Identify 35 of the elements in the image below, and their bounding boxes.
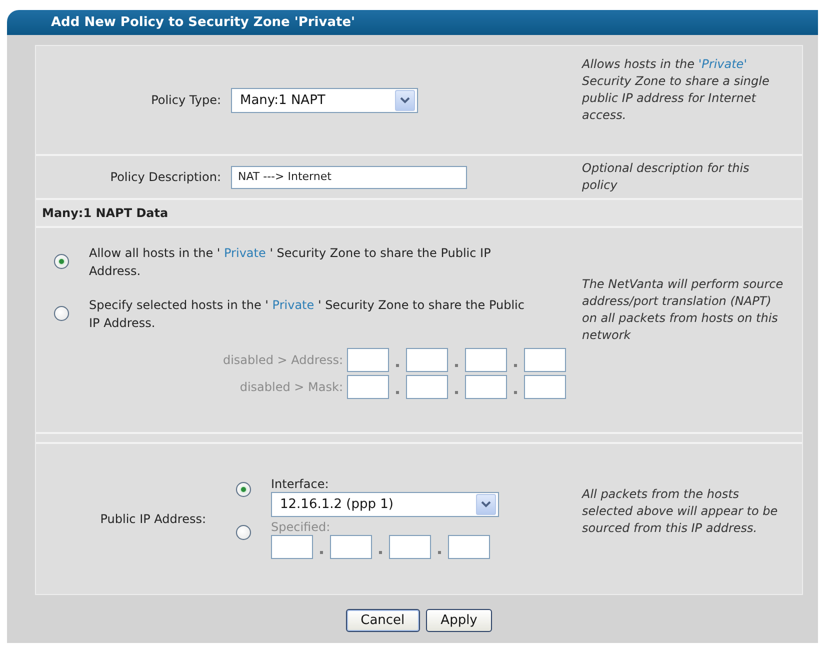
option-text: Specify selected hosts in the ' Private ' Security Zone to share the Public IP Address. [89, 297, 526, 332]
description-input[interactable]: NAT ---> Internet [231, 166, 467, 188]
help-text: Allows hosts in the 'Private' Security Zone to share a single public IP address for Internet access. [580, 56, 770, 124]
radio-button[interactable] [236, 482, 251, 497]
ip-octet-field[interactable] [524, 375, 566, 399]
field-label: Policy Description: [109, 170, 222, 184]
option-label: Specified: [271, 519, 332, 535]
ip-octet-field[interactable] [330, 535, 372, 559]
ip-octet-field[interactable] [465, 348, 507, 372]
help-text: All packets from the hosts selected above will appear to be sourced from this IP address. [580, 486, 779, 536]
help-text: Optional description for this policy [581, 160, 750, 194]
ip-octet-field[interactable] [406, 375, 448, 399]
cancel-button[interactable]: Cancel [346, 609, 420, 632]
field-label: Public IP Address: [99, 512, 207, 526]
radio-button[interactable] [54, 254, 69, 269]
option-text: Allow all hosts in the ' Private ' Security Zone to share the Public IP Address. [89, 245, 492, 280]
ip-octet-field[interactable] [271, 535, 313, 559]
section-header: Many:1 NAPT Data [36, 200, 802, 228]
ip-octet-field[interactable] [524, 348, 566, 372]
option-label: Interface: [271, 476, 330, 492]
ip-octet-field[interactable] [465, 375, 507, 399]
help-text: The NetVanta will perform source address/port translation (NAPT) on all packets from hosts on this network [581, 276, 784, 344]
field-label: Policy Type: [150, 93, 222, 107]
radio-button[interactable] [54, 306, 69, 321]
ip-label: disabled > Mask: [240, 380, 343, 394]
ip-octet-field[interactable] [389, 535, 431, 559]
ip-octet-field[interactable] [347, 375, 389, 399]
dropdown-select[interactable]: 12.16.1.2 (ppp 1) [271, 492, 499, 517]
dropdown-select[interactable]: Many:1 NAPT [231, 88, 418, 112]
ip-octet-field[interactable] [347, 348, 389, 372]
dialog-title: Add New Policy to Security Zone 'Private' [7, 10, 818, 35]
ip-octet-field[interactable] [448, 535, 490, 559]
ip-octet-field[interactable] [406, 348, 448, 372]
apply-button[interactable]: Apply [426, 609, 492, 632]
ip-label: disabled > Address: [222, 353, 343, 367]
